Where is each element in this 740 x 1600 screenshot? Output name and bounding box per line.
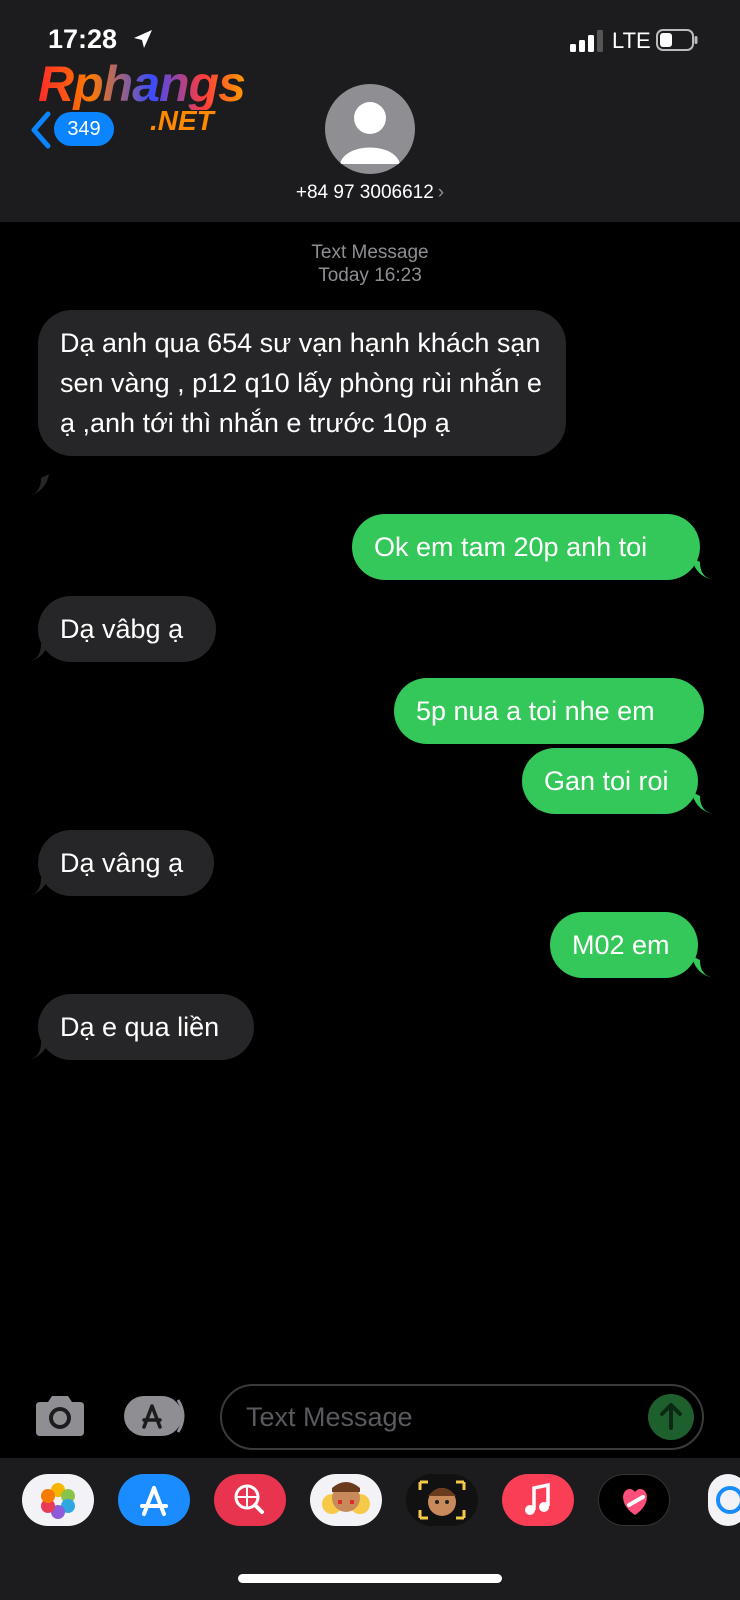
imessage-app-drawer	[0, 1458, 740, 1600]
contact-name-button[interactable]: +84 97 3006612 ›	[0, 182, 740, 204]
music-icon[interactable]	[502, 1474, 574, 1526]
battery-icon	[656, 29, 698, 51]
send-button[interactable]	[648, 1394, 694, 1440]
incoming-message[interactable]: Dạ e qua liền	[38, 994, 254, 1060]
outgoing-message[interactable]: Ok em tam 20p anh toi	[352, 514, 700, 580]
heart-glyph	[623, 1489, 647, 1515]
unread-count-badge[interactable]: 349	[54, 112, 114, 146]
location-arrow-icon	[134, 30, 152, 48]
memoji-stickers-glyph	[322, 1482, 370, 1514]
incoming-message[interactable]: Dạ vâbg ạ	[38, 596, 216, 662]
app-store-icon[interactable]	[118, 1474, 190, 1526]
contact-number: +84 97 3006612	[295, 182, 434, 203]
animoji-icon[interactable]	[406, 1474, 478, 1526]
incoming-message[interactable]: Dạ vâng ạ	[38, 830, 214, 896]
message-input[interactable]: Text Message	[220, 1384, 704, 1450]
photos-icon[interactable]	[22, 1474, 94, 1526]
outgoing-message[interactable]: M02 em	[550, 912, 698, 978]
conversation-header: 17:28 LTE Rphangs .NET 349 +84 97 300661…	[0, 0, 740, 222]
more-apps-icon[interactable]	[708, 1474, 740, 1526]
bubble-tail	[692, 792, 714, 814]
status-time: 17:28	[48, 24, 118, 54]
outgoing-message[interactable]: 5p nua a toi nhe em	[394, 678, 704, 744]
animoji-glyph	[418, 1480, 466, 1520]
photos-glyph	[41, 1483, 75, 1519]
message-timestamp: Today 16:23	[318, 265, 422, 286]
app-store-glyph	[140, 1486, 168, 1516]
bubble-tail	[27, 874, 49, 896]
bubble-tail	[27, 474, 49, 496]
contact-avatar[interactable]	[325, 84, 415, 174]
globe-search-glyph	[234, 1484, 264, 1514]
message-service-label: Text Message	[311, 242, 429, 263]
bubble-tail	[692, 956, 714, 978]
web-search-icon[interactable]	[214, 1474, 286, 1526]
back-chevron-icon[interactable]	[28, 110, 54, 150]
bubble-tail	[27, 640, 49, 662]
more-apps-glyph	[716, 1486, 740, 1514]
message-composer: Text Message	[0, 1380, 740, 1458]
bubble-tail	[692, 558, 714, 580]
incoming-message[interactable]: Dạ anh qua 654 sư vạn hạnh khách sạn sen…	[38, 310, 566, 456]
bubble-tail	[27, 1038, 49, 1060]
watermark-domain: .NET	[150, 105, 214, 136]
person-icon	[340, 102, 400, 164]
app-store-apps-icon[interactable]	[122, 1394, 190, 1438]
camera-icon[interactable]	[32, 1394, 88, 1438]
arrow-up-icon	[660, 1403, 682, 1430]
network-type: LTE	[612, 28, 651, 53]
chevron-right-icon: ›	[437, 182, 445, 203]
watermark-text: Rphangs	[38, 56, 246, 112]
home-indicator[interactable]	[238, 1574, 502, 1583]
music-note-glyph	[525, 1482, 550, 1515]
outgoing-message[interactable]: Gan toi roi	[522, 748, 698, 814]
cellular-signal-icon	[570, 30, 603, 52]
memoji-stickers-icon[interactable]	[310, 1474, 382, 1526]
digital-touch-icon[interactable]	[598, 1474, 670, 1526]
